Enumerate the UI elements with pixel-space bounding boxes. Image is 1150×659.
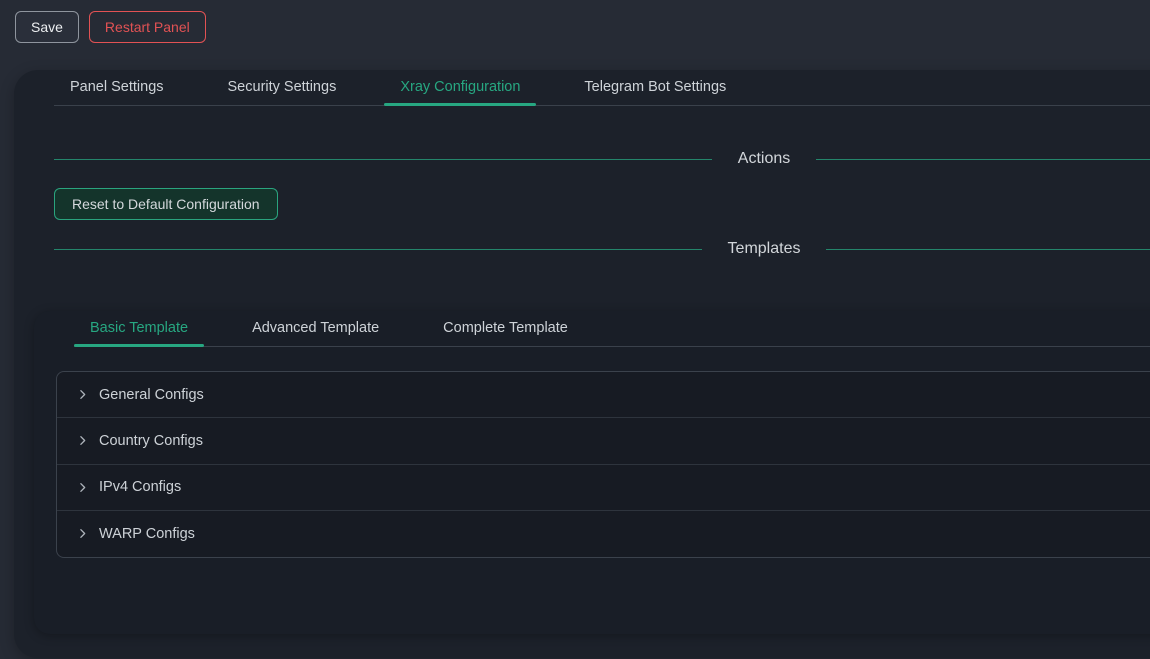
collapse-label: IPv4 Configs <box>99 479 181 495</box>
collapse-general-configs[interactable]: General Configs <box>57 372 1150 418</box>
templates-divider: Templates <box>54 240 1150 258</box>
collapse-ipv4-configs[interactable]: IPv4 Configs <box>57 465 1150 511</box>
configs-collapse-list: General Configs Country Configs IPv4 Con… <box>56 371 1150 558</box>
tab-advanced-template[interactable]: Advanced Template <box>236 311 395 346</box>
app: Save Restart Panel Panel Settings Securi… <box>0 0 1150 658</box>
actions-divider-label: Actions <box>738 150 790 168</box>
save-button[interactable]: Save <box>15 11 79 43</box>
top-action-bar: Save Restart Panel <box>0 0 1150 43</box>
tab-basic-template[interactable]: Basic Template <box>74 311 204 346</box>
collapse-label: Country Configs <box>99 433 203 449</box>
settings-tabbar: Panel Settings Security Settings Xray Co… <box>54 70 1150 106</box>
restart-panel-button[interactable]: Restart Panel <box>89 11 206 43</box>
collapse-label: WARP Configs <box>99 526 195 542</box>
chevron-right-icon <box>75 434 89 448</box>
tab-telegram-bot-settings[interactable]: Telegram Bot Settings <box>568 70 742 105</box>
reset-default-configuration-button[interactable]: Reset to Default Configuration <box>54 188 278 220</box>
tab-xray-configuration[interactable]: Xray Configuration <box>384 70 536 105</box>
tab-panel-settings[interactable]: Panel Settings <box>54 70 180 105</box>
templates-tabbar: Basic Template Advanced Template Complet… <box>74 311 1150 347</box>
chevron-right-icon <box>75 480 89 494</box>
settings-card: Panel Settings Security Settings Xray Co… <box>14 70 1150 658</box>
collapse-warp-configs[interactable]: WARP Configs <box>57 511 1150 557</box>
tab-security-settings[interactable]: Security Settings <box>212 70 353 105</box>
chevron-right-icon <box>75 388 89 402</box>
actions-divider: Actions <box>54 150 1150 168</box>
collapse-country-configs[interactable]: Country Configs <box>57 418 1150 464</box>
chevron-right-icon <box>75 527 89 541</box>
collapse-label: General Configs <box>99 387 204 403</box>
templates-card: Basic Template Advanced Template Complet… <box>34 311 1150 634</box>
templates-divider-label: Templates <box>728 240 801 258</box>
tab-complete-template[interactable]: Complete Template <box>427 311 584 346</box>
